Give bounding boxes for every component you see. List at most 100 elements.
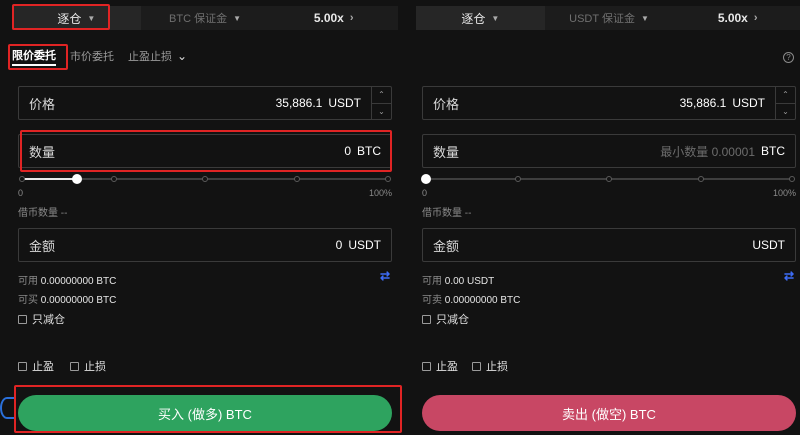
- take-profit-label: 止盈: [32, 361, 54, 373]
- margin-type-dropdown[interactable]: BTC 保证金 ▼: [141, 6, 270, 30]
- take-profit-checkbox[interactable]: 止盈: [422, 358, 458, 374]
- reduce-only-checkbox[interactable]: 只减仓: [422, 311, 469, 327]
- stop-loss-checkbox[interactable]: 止损: [70, 358, 106, 374]
- slider-tick[interactable]: [110, 176, 117, 182]
- available-value: 0.00000000 BTC: [40, 276, 117, 287]
- caret-down-icon: ▼: [233, 13, 241, 23]
- margin-type-dropdown[interactable]: USDT 保证金 ▼: [545, 6, 674, 30]
- step-up-icon[interactable]: ⌃: [776, 87, 795, 104]
- price-label: 价格: [29, 96, 56, 112]
- help-icon[interactable]: ?: [783, 52, 794, 63]
- tab-limit-order[interactable]: 限价委托: [12, 46, 56, 66]
- margin-mode-dropdown[interactable]: 逐仓 ▼: [12, 6, 141, 30]
- margin-selector-bar: 逐仓 ▼ USDT 保证金 ▼ 5.00x ›: [416, 6, 800, 30]
- checkbox-box[interactable]: [70, 361, 79, 371]
- tab-tp-sl-label: 止盈止损: [128, 51, 172, 63]
- total-field[interactable]: 金额 0 USDT: [18, 228, 392, 262]
- slider-min-label: 0: [422, 188, 428, 198]
- sellable-label: 可卖: [422, 295, 442, 306]
- amount-placeholder: 最小数量 0.00001: [660, 144, 755, 159]
- price-label: 价格: [433, 96, 460, 112]
- price-field[interactable]: 价格 35,886.1 USDT ⌃ ⌄: [422, 86, 796, 120]
- caret-down-icon: ▼: [491, 13, 500, 23]
- slider-thumb[interactable]: [421, 174, 431, 184]
- margin-type-label: BTC 保证金: [169, 13, 228, 25]
- margin-mode-label: 逐仓: [461, 11, 486, 26]
- amount-unit: BTC: [357, 144, 381, 158]
- leverage-label: 5.00x: [313, 11, 344, 25]
- step-down-icon[interactable]: ⌄: [776, 104, 795, 120]
- leverage-label: 5.00x: [717, 11, 748, 25]
- reduce-only-checkbox[interactable]: 只减仓: [18, 311, 65, 327]
- reduce-only-label: 只减仓: [32, 314, 65, 326]
- transfer-swap-icon[interactable]: ⇄: [784, 269, 794, 283]
- stop-loss-label: 止损: [486, 361, 508, 373]
- price-stepper[interactable]: ⌃ ⌄: [775, 87, 795, 119]
- available-balance: 可用 0.00000000 BTC: [18, 272, 116, 287]
- amount-slider[interactable]: [19, 174, 391, 184]
- total-field[interactable]: 金额 USDT: [422, 228, 796, 262]
- slider-max-label: 100%: [368, 188, 392, 198]
- price-value: 35,886.1: [275, 96, 323, 110]
- available-label: 可用: [422, 276, 442, 287]
- available-value: 0.00 USDT: [444, 276, 495, 287]
- take-profit-checkbox[interactable]: 止盈: [18, 358, 54, 374]
- reduce-only-label: 只减仓: [436, 314, 469, 326]
- sellable-value: 0.00000000 BTC: [444, 295, 521, 306]
- total-unit: USDT: [752, 238, 785, 252]
- amount-slider[interactable]: [421, 174, 795, 184]
- sell-panel: 逐仓 ▼ USDT 保证金 ▼ 5.00x › ? 价格 35,886.1 US…: [412, 0, 800, 435]
- checkbox-box[interactable]: [422, 314, 431, 324]
- margin-type-label: USDT 保证金: [569, 13, 635, 25]
- chevron-right-icon: ›: [349, 12, 354, 24]
- buy-long-button[interactable]: 买入 (做多) BTC: [18, 395, 392, 431]
- leverage-button[interactable]: 5.00x ›: [269, 6, 398, 30]
- checkbox-box[interactable]: [422, 361, 431, 371]
- slider-tick[interactable]: [514, 176, 521, 182]
- slider-fill: [22, 178, 77, 180]
- slider-tick[interactable]: [293, 176, 300, 182]
- borrow-amount: 借币数量 --: [422, 208, 472, 219]
- transfer-swap-icon[interactable]: ⇄: [380, 269, 390, 283]
- price-stepper[interactable]: ⌃ ⌄: [371, 87, 391, 119]
- slider-tick[interactable]: [385, 176, 391, 182]
- margin-mode-label: 逐仓: [57, 11, 82, 26]
- checkbox-box[interactable]: [472, 361, 481, 371]
- stop-loss-checkbox[interactable]: 止损: [472, 358, 508, 374]
- chevron-right-icon: ›: [753, 12, 758, 24]
- checkbox-box[interactable]: [18, 361, 27, 371]
- caret-down-icon: ▼: [87, 13, 96, 23]
- slider-tick[interactable]: [202, 176, 208, 182]
- buyable-label: 可买: [18, 295, 38, 306]
- tab-tp-sl[interactable]: 止盈止损 ⌄: [128, 46, 187, 66]
- slider-max-label: 100%: [772, 188, 796, 198]
- step-up-icon[interactable]: ⌃: [372, 87, 391, 104]
- step-down-icon[interactable]: ⌄: [372, 104, 391, 120]
- buyable-value: 0.00000000 BTC: [40, 295, 117, 306]
- slider-tick[interactable]: [697, 176, 704, 182]
- amount-field[interactable]: 数量 最小数量 0.00001 BTC: [422, 134, 796, 168]
- amount-unit: BTC: [761, 144, 785, 158]
- total-label: 金额: [433, 238, 460, 254]
- take-profit-label: 止盈: [436, 361, 458, 373]
- available-balance: 可用 0.00 USDT: [422, 272, 494, 287]
- checkbox-box[interactable]: [18, 314, 27, 324]
- total-unit: USDT: [348, 238, 381, 252]
- price-field[interactable]: 价格 35,886.1 USDT ⌃ ⌄: [18, 86, 392, 120]
- slider-thumb[interactable]: [71, 174, 82, 184]
- amount-label: 数量: [29, 144, 56, 160]
- margin-selector-bar: 逐仓 ▼ BTC 保证金 ▼ 5.00x ›: [12, 6, 398, 30]
- slider-tick[interactable]: [789, 176, 795, 182]
- slider-tick[interactable]: [606, 176, 612, 182]
- sell-short-button[interactable]: 卖出 (做空) BTC: [422, 395, 796, 431]
- slider-tick[interactable]: [19, 176, 25, 182]
- borrow-amount: 借币数量 --: [18, 208, 68, 219]
- buyable-balance: 可买 0.00000000 BTC: [18, 291, 116, 306]
- order-type-tabs: 限价委托 市价委托 止盈止损 ⌄: [12, 46, 201, 66]
- tab-market-order[interactable]: 市价委托: [70, 46, 114, 66]
- leverage-button[interactable]: 5.00x ›: [673, 6, 800, 30]
- margin-mode-dropdown[interactable]: 逐仓 ▼: [416, 6, 545, 30]
- amount-field[interactable]: 数量 0 BTC: [18, 134, 392, 168]
- chevron-down-icon: ⌄: [177, 49, 188, 63]
- slider-min-label: 0: [18, 188, 24, 198]
